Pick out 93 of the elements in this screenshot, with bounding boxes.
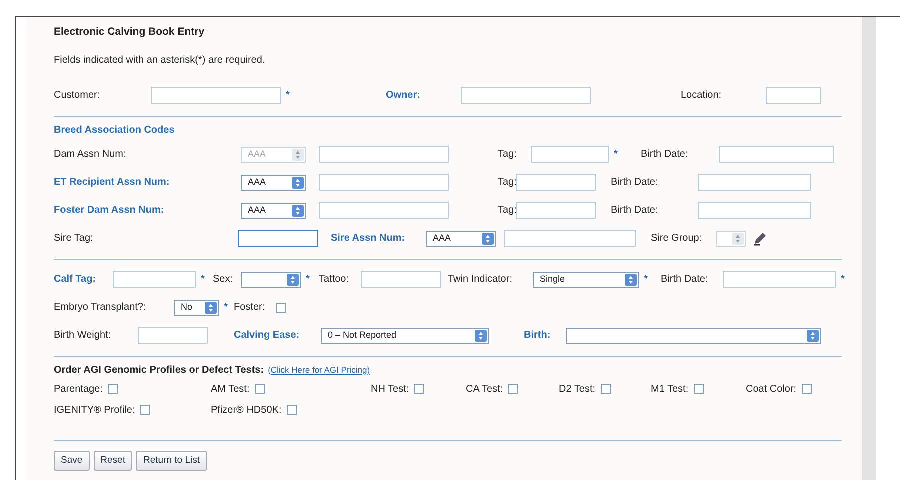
- field-label: Birth Date:: [641, 148, 688, 162]
- field-label: Tag:: [498, 176, 517, 190]
- required-asterisk: *: [841, 273, 845, 288]
- text-field[interactable]: [516, 174, 596, 192]
- required-note: Fields indicated with an asterisk(*) are required.: [54, 54, 266, 68]
- checkbox[interactable]: [600, 384, 610, 394]
- text-field[interactable]: [361, 271, 441, 288]
- pencil-icon[interactable]: [753, 232, 767, 246]
- required-asterisk: *: [224, 301, 228, 316]
- dropdown[interactable]: AAA: [241, 202, 306, 219]
- form-button[interactable]: Reset: [94, 450, 132, 471]
- required-asterisk: *: [306, 273, 310, 288]
- text-field[interactable]: [531, 146, 609, 164]
- test-label: AM Test:: [211, 382, 250, 397]
- field-label: Tag:: [498, 204, 517, 218]
- text-field[interactable]: [719, 146, 834, 164]
- field-label: Calving Ease:: [234, 329, 300, 344]
- checkbox[interactable]: [802, 384, 812, 394]
- form-button[interactable]: Return to List: [136, 450, 207, 471]
- dropdown-value: AAA: [248, 148, 266, 161]
- field-label: Birth Weight:: [54, 329, 112, 344]
- required-asterisk: *: [286, 89, 290, 104]
- field-label: Foster:: [234, 301, 266, 316]
- field-label: Tag:: [498, 148, 517, 162]
- field-label: Location:: [681, 89, 722, 104]
- text-field[interactable]: [516, 202, 596, 220]
- dropdown-value: No: [181, 301, 193, 314]
- test-label: Coat Color:: [746, 382, 797, 397]
- text-field[interactable]: [113, 271, 196, 288]
- text-field[interactable]: [698, 202, 811, 220]
- test-label: M1 Test:: [651, 382, 689, 397]
- checkbox[interactable]: [140, 405, 150, 416]
- field-label: Birth:: [524, 329, 551, 344]
- dropdown[interactable]: 0 – Not Reported: [321, 328, 489, 344]
- field-label: Twin Indicator:: [448, 273, 512, 288]
- field-label: Sire Group:: [651, 232, 702, 246]
- dropdown[interactable]: No: [174, 300, 219, 316]
- text-field[interactable]: [698, 174, 811, 192]
- test-label: NH Test:: [371, 382, 410, 397]
- field-label: Tattoo:: [319, 273, 350, 288]
- checkbox[interactable]: [414, 384, 424, 394]
- dropdown-value: 0 – Not Reported: [328, 329, 397, 342]
- required-asterisk: *: [644, 273, 648, 288]
- test-label: IGENITY® Profile:: [54, 404, 136, 418]
- dropdown[interactable]: [241, 272, 301, 288]
- text-field[interactable]: [138, 327, 208, 344]
- field-label: ET Recipient Assn Num:: [54, 176, 170, 190]
- dropdown-value: AAA: [248, 204, 266, 217]
- field-label: Birth Date:: [611, 176, 658, 190]
- dropdown[interactable]: AAA: [426, 230, 496, 247]
- field-label: Sire Tag:: [54, 232, 94, 246]
- form-title: Electronic Calving Book Entry: [54, 25, 206, 40]
- field-label: Sire Assn Num:: [331, 232, 406, 246]
- field-label: Birth Date:: [661, 273, 708, 288]
- dropdown[interactable]: AAA: [241, 174, 306, 191]
- test-label: Parentage:: [54, 382, 103, 397]
- text-field[interactable]: [461, 87, 591, 104]
- dropdown-value: AAA: [248, 176, 266, 189]
- text-field[interactable]: [319, 202, 449, 220]
- field-label: Owner:: [386, 89, 420, 104]
- field-label: Customer:: [54, 89, 100, 104]
- required-asterisk: *: [201, 273, 205, 288]
- checkbox[interactable]: [108, 384, 118, 394]
- dropdown[interactable]: Single: [533, 272, 639, 288]
- section-heading: Breed Association Codes: [54, 124, 176, 138]
- dropdown-value: Single: [540, 273, 566, 286]
- section-heading: Order AGI Genomic Profiles or Defect Tests:: [54, 364, 264, 378]
- text-field[interactable]: [766, 87, 821, 104]
- checkbox[interactable]: [694, 384, 704, 394]
- field-label: Calf Tag:: [54, 273, 96, 288]
- checkbox[interactable]: [286, 405, 297, 416]
- text-field[interactable]: [238, 230, 318, 248]
- field-label: Dam Assn Num:: [54, 148, 126, 162]
- test-label: Pfizer® HD50K:: [211, 404, 282, 418]
- field-label: Foster Dam Assn Num:: [54, 204, 164, 218]
- text-field[interactable]: [319, 174, 449, 192]
- field-label: Sex:: [213, 273, 234, 288]
- required-asterisk: *: [614, 148, 618, 162]
- text-field[interactable]: [151, 87, 281, 104]
- dropdown-value: AAA: [433, 232, 452, 245]
- dropdown[interactable]: [566, 328, 821, 344]
- field-label: Birth Date:: [611, 204, 658, 218]
- test-label: D2 Test:: [559, 382, 596, 397]
- checkbox[interactable]: [276, 302, 286, 313]
- form-button[interactable]: Save: [54, 450, 90, 471]
- checkbox[interactable]: [508, 384, 518, 394]
- field-label: Embryo Transplant?:: [54, 301, 146, 316]
- text-field[interactable]: [319, 146, 449, 164]
- text-field[interactable]: [504, 230, 636, 248]
- pricing-link[interactable]: (Click Here for AGI Pricing): [268, 364, 370, 376]
- test-label: CA Test:: [466, 382, 504, 397]
- text-field[interactable]: [723, 271, 836, 288]
- checkbox[interactable]: [254, 384, 265, 394]
